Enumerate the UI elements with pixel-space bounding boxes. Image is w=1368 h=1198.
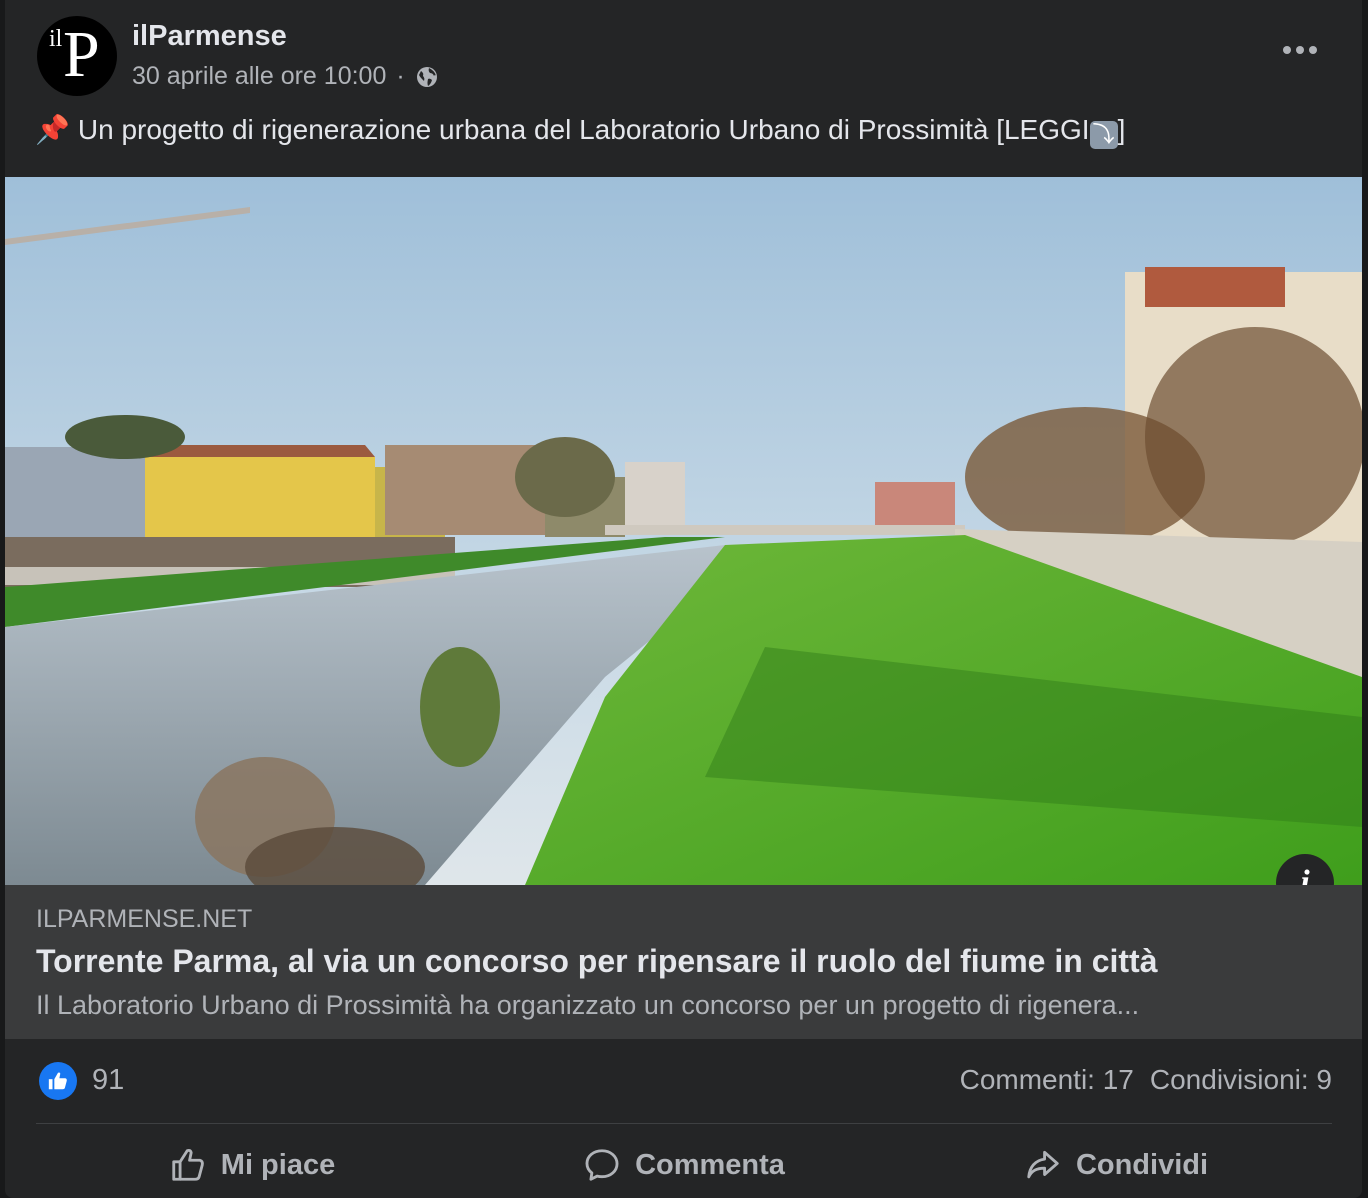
like-button[interactable]: Mi piace (36, 1132, 468, 1198)
actions-divider (36, 1123, 1332, 1124)
facebook-post: il P ilParmense 30 aprile alle ore 10:00… (5, 0, 1362, 1198)
action-bar: Mi piace Commenta Condividi (36, 1132, 1332, 1198)
more-options-button[interactable] (1274, 30, 1326, 70)
page-avatar[interactable]: il P (37, 16, 117, 96)
link-description: Il Laboratorio Urbano di Prossimità ha o… (36, 990, 1140, 1020)
link-title[interactable]: Torrente Parma, al via un concorso per r… (36, 943, 1157, 980)
link-preview-image[interactable] (5, 177, 1362, 885)
comments-count[interactable]: Commenti: 17 (960, 1064, 1134, 1096)
post-timestamp[interactable]: 30 aprile alle ore 10:00 (132, 62, 386, 91)
share-button[interactable]: Condividi (900, 1132, 1332, 1198)
link-domain: ILPARMENSE.NET (36, 905, 253, 933)
like-button-label: Mi piace (220, 1148, 336, 1181)
post-message-end: ] (1117, 114, 1126, 145)
engagement-stats: Commenti: 17 Condivisioni: 9 (960, 1064, 1332, 1096)
globe-icon[interactable] (415, 65, 439, 89)
thumbs-up-outline-icon (172, 1148, 204, 1181)
river-photo (5, 177, 1362, 885)
shares-count[interactable]: Condivisioni: 9 (1150, 1064, 1332, 1096)
avatar-logo-p: P (63, 18, 100, 91)
thumbs-up-icon (48, 1072, 67, 1090)
post-meta: 30 aprile alle ore 10:00 · (132, 62, 439, 91)
share-button-label: Condividi (1075, 1148, 1209, 1181)
pushpin-icon: 📌 (35, 114, 70, 145)
link-preview[interactable]: ILPARMENSE.NET Torrente Parma, al via un… (5, 885, 1362, 1039)
share-arrow-icon (1027, 1150, 1059, 1179)
reaction-count[interactable]: 91 (92, 1064, 124, 1097)
arrow-down-icon: ⤵ (1089, 121, 1118, 149)
comment-button[interactable]: Commenta (468, 1132, 900, 1198)
comment-button-label: Commenta (635, 1148, 785, 1181)
post-message: 📌 Un progetto di rigenerazione urbana del… (35, 113, 1125, 149)
meta-separator: · (396, 62, 405, 90)
comment-bubble-icon (585, 1149, 619, 1181)
more-options-icon (1283, 46, 1317, 54)
page-name-link[interactable]: ilParmense (132, 20, 287, 53)
post-message-text: Un progetto di rigenerazione urbana del … (77, 114, 1090, 145)
like-reaction-icon[interactable] (39, 1062, 77, 1100)
avatar-logo-il: il (49, 26, 63, 52)
